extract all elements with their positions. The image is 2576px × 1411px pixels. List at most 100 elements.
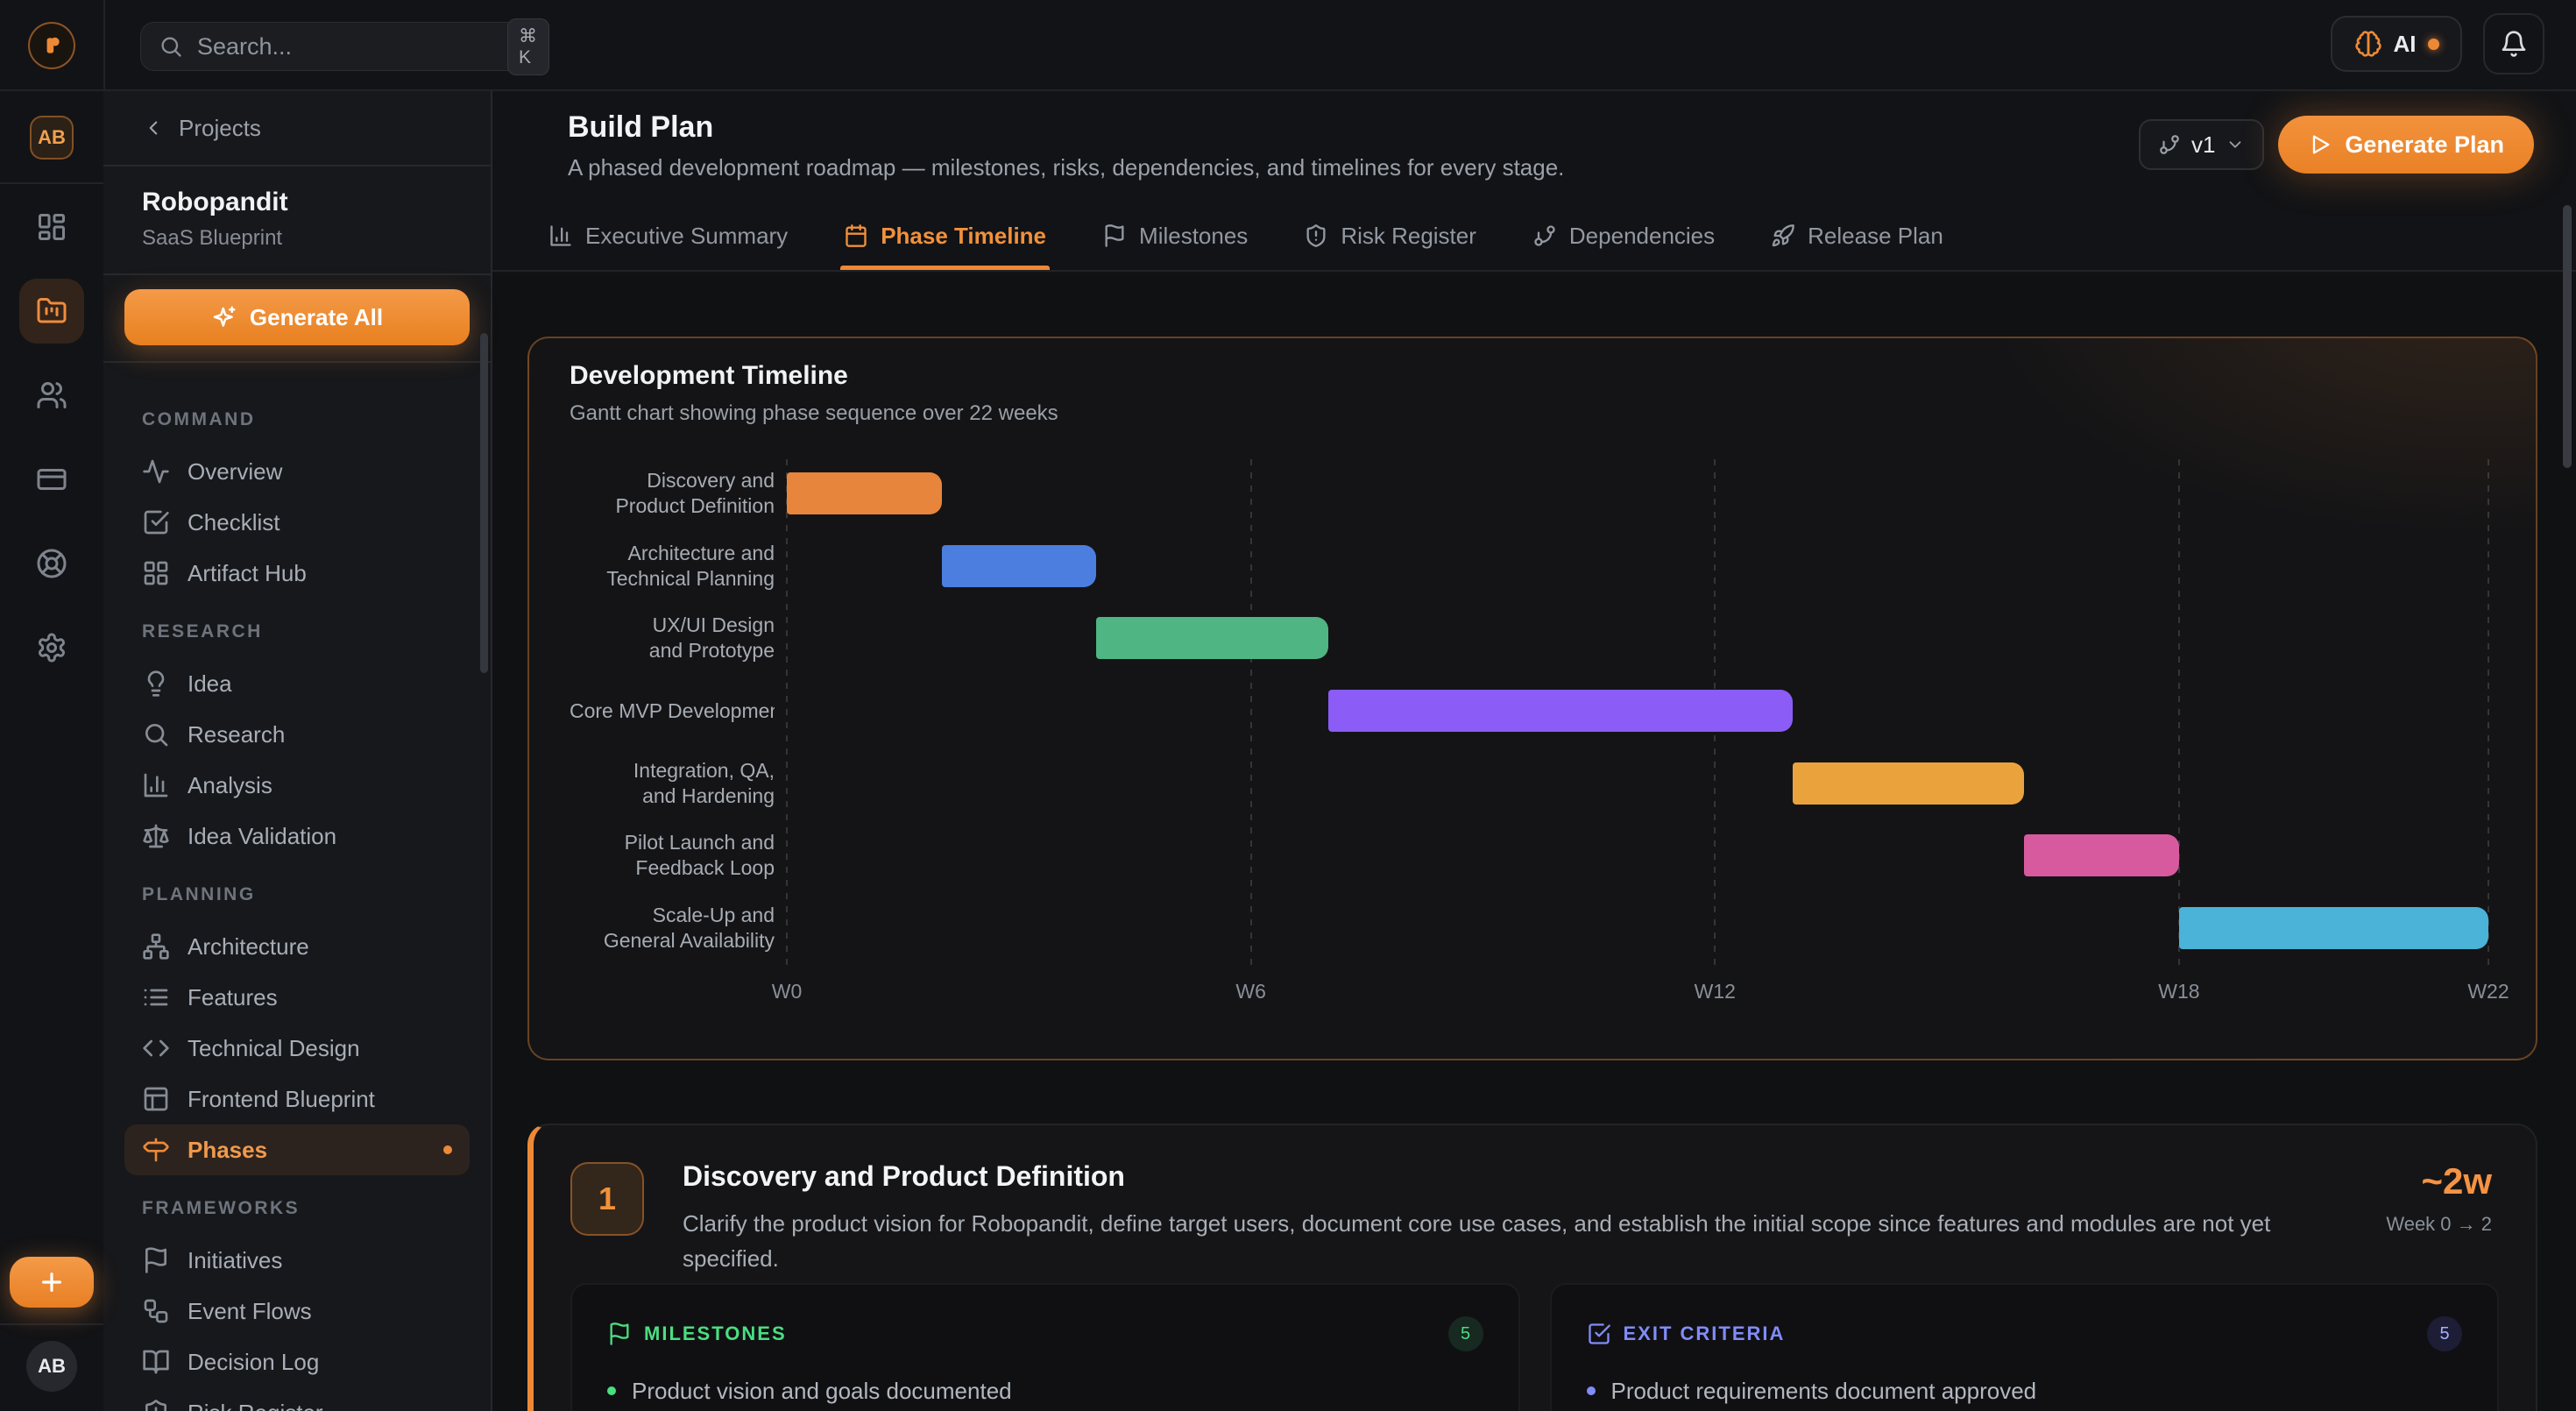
- add-button[interactable]: [10, 1257, 94, 1308]
- sidebar-item-overview[interactable]: Overview: [124, 446, 470, 497]
- user-avatar[interactable]: AB: [26, 1341, 77, 1392]
- sidebar-item-label: Event Flows: [188, 1298, 312, 1325]
- page-header: Build Plan A phased development roadmap …: [492, 91, 2576, 202]
- version-dropdown[interactable]: v1: [2139, 119, 2264, 170]
- sidebar-item-features[interactable]: Features: [124, 972, 470, 1023]
- gantt-bar[interactable]: [1096, 617, 1328, 659]
- notifications-button[interactable]: [2483, 13, 2544, 74]
- divider: [0, 1323, 103, 1325]
- phase-week-range: Week 0 → 2: [2386, 1213, 2492, 1236]
- list-item: Product requirements document approved: [1587, 1378, 2463, 1404]
- code-icon: [142, 1034, 170, 1062]
- sidebar-item-technical-design[interactable]: Technical Design: [124, 1023, 470, 1074]
- generate-plan-button[interactable]: Generate Plan: [2278, 116, 2534, 174]
- gantt-bar[interactable]: [2179, 907, 2488, 949]
- rail-item-support[interactable]: [19, 531, 84, 596]
- tab-release-plan[interactable]: Release Plan: [1771, 202, 1943, 270]
- sidebar-item-artifact-hub[interactable]: Artifact Hub: [124, 548, 470, 599]
- gantt-row-label: Core MVP Development: [570, 698, 775, 724]
- tab-label: Executive Summary: [585, 223, 788, 250]
- lightbulb-icon: [142, 670, 170, 698]
- git-branch-icon: [1532, 223, 1557, 248]
- sidebar-item-label: Features: [188, 984, 278, 1011]
- sidebar-item-decision-log[interactable]: Decision Log: [124, 1337, 470, 1387]
- sidebar-item-initiatives[interactable]: Initiatives: [124, 1235, 470, 1286]
- sidebar-item-label: Decision Log: [188, 1349, 319, 1376]
- app-root: ⌘ K AI AB AB Projects Robopandit SaaS Bl…: [0, 0, 2576, 1411]
- rail-item-projects[interactable]: [19, 279, 84, 344]
- gantt-bar[interactable]: [1793, 762, 2025, 805]
- plus-icon: [38, 1268, 66, 1296]
- flag-icon: [607, 1322, 632, 1346]
- project-info: Robopandit SaaS Blueprint: [103, 167, 491, 275]
- workspace-avatar[interactable]: AB: [30, 116, 74, 160]
- back-to-projects-link[interactable]: Projects: [103, 91, 491, 167]
- tab-phase-timeline[interactable]: Phase Timeline: [844, 202, 1046, 270]
- sidebar-item-label: Idea Validation: [188, 823, 336, 850]
- sidebar-item-event-flows[interactable]: Event Flows: [124, 1286, 470, 1337]
- book-open-icon: [142, 1348, 170, 1376]
- app-logo[interactable]: [28, 22, 75, 69]
- tab-dependencies[interactable]: Dependencies: [1532, 202, 1715, 270]
- sidebar-item-frontend-blueprint[interactable]: Frontend Blueprint: [124, 1074, 470, 1124]
- chart-subtitle: Gantt chart showing phase sequence over …: [570, 401, 1058, 426]
- rail-item-dashboard[interactable]: [19, 195, 84, 259]
- flag-icon: [1102, 223, 1127, 248]
- sidebar-item-label: Idea: [188, 670, 232, 698]
- tab-risk-register[interactable]: Risk Register: [1304, 202, 1476, 270]
- sidebar-scrollbar[interactable]: [480, 333, 488, 673]
- calendar-icon: [844, 223, 868, 248]
- sidebar-item-risk-register[interactable]: Risk Register: [124, 1387, 470, 1411]
- ai-label: AI: [2394, 31, 2417, 58]
- sidebar-item-label: Overview: [188, 458, 282, 486]
- search-box[interactable]: ⌘ K: [140, 22, 526, 71]
- gantt-bar[interactable]: [787, 472, 942, 514]
- sidebar-item-architecture[interactable]: Architecture: [124, 921, 470, 972]
- logo-icon: [40, 34, 63, 57]
- gantt-plot: [787, 459, 2488, 966]
- bell-icon: [2500, 30, 2528, 58]
- search-icon: [142, 720, 170, 748]
- check-square-icon: [142, 508, 170, 536]
- gantt-axis-tick: W18: [2158, 980, 2199, 1003]
- layout-grid-icon: [142, 559, 170, 587]
- sidebar-item-research[interactable]: Research: [124, 709, 470, 760]
- timeline-chart-card: Development Timeline Gantt chart showing…: [527, 337, 2537, 1060]
- search-icon: [159, 34, 183, 59]
- sidebar-item-idea-validation[interactable]: Idea Validation: [124, 811, 470, 861]
- gantt-gridline: [1250, 459, 1252, 966]
- phase-detail-card: 1 Discovery and Product Definition Clari…: [527, 1124, 2537, 1411]
- rail-item-settings[interactable]: [19, 615, 84, 680]
- page-title: Build Plan: [568, 110, 713, 145]
- main-scrollbar[interactable]: [2563, 205, 2572, 468]
- chevron-left-icon: [142, 117, 165, 139]
- gantt-bar[interactable]: [2024, 834, 2179, 876]
- gantt-row-label: Integration, QA,and Hardening: [570, 758, 775, 809]
- gantt-row-labels: Discovery andProduct DefinitionArchitect…: [570, 459, 775, 966]
- tab-milestones[interactable]: Milestones: [1102, 202, 1248, 270]
- users-icon: [36, 379, 67, 411]
- ai-assistant-button[interactable]: AI: [2331, 16, 2462, 72]
- search-input[interactable]: [197, 33, 507, 60]
- list-icon: [142, 983, 170, 1011]
- back-label: Projects: [179, 115, 261, 142]
- gantt-row-label: Architecture andTechnical Planning: [570, 541, 775, 592]
- gantt-bar[interactable]: [942, 545, 1097, 587]
- phase-title: Discovery and Product Definition: [683, 1160, 1125, 1193]
- list-item: Product vision and goals documented: [607, 1378, 1483, 1404]
- gantt-bar[interactable]: [1328, 690, 1793, 732]
- active-dot: [443, 1145, 452, 1154]
- rocket-icon: [1771, 223, 1795, 248]
- generate-all-button[interactable]: Generate All: [124, 289, 470, 345]
- sidebar-section-title: FRAMEWORKS: [142, 1198, 470, 1219]
- sidebar-item-checklist[interactable]: Checklist: [124, 497, 470, 548]
- sidebar-item-idea[interactable]: Idea: [124, 658, 470, 709]
- rail-item-team[interactable]: [19, 363, 84, 428]
- sidebar-item-analysis[interactable]: Analysis: [124, 760, 470, 811]
- divider: [103, 0, 105, 89]
- sidebar-item-phases[interactable]: Phases: [124, 1124, 470, 1175]
- rail-item-billing[interactable]: [19, 447, 84, 512]
- tab-executive-summary[interactable]: Executive Summary: [548, 202, 788, 270]
- sidebar-item-label: Analysis: [188, 772, 272, 799]
- exit-criteria-card: EXIT CRITERIA 5 Product requirements doc…: [1550, 1283, 2500, 1411]
